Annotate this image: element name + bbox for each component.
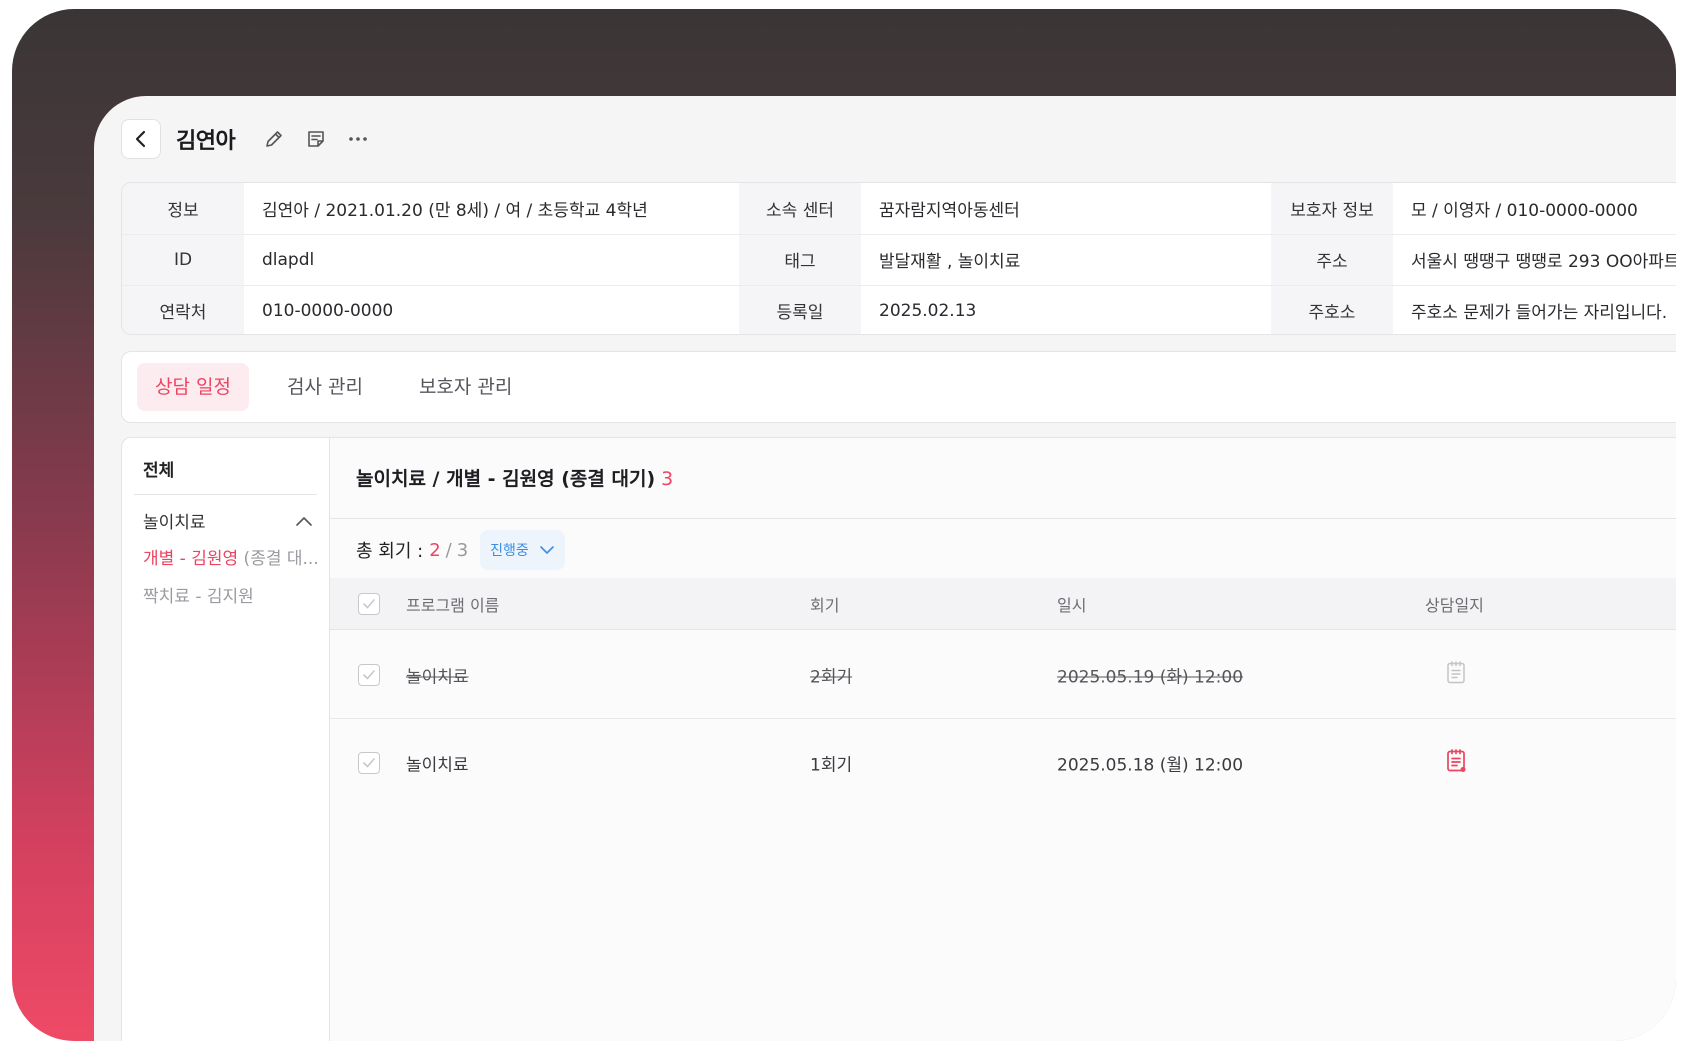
row-program-name: 놀이치료 [406, 667, 469, 687]
sidebar-group-label: 놀이치료 [143, 513, 206, 533]
check-icon [363, 598, 375, 608]
page-header: 김연아 [121, 119, 373, 159]
info-label: ID [122, 234, 244, 286]
info-label: 등록일 [739, 285, 861, 334]
sidebar-item-status: (종결 대... [238, 549, 319, 569]
summary-total: 3 [456, 539, 469, 561]
sidebar-group-play-therapy[interactable]: 놀이치료 [143, 508, 313, 533]
info-value: 꿈자람지역아동센터 [861, 183, 1271, 235]
app-screen: 김연아 정보 김연아 / 2021.01.20 (만 8세) / 여 / 초등학… [94, 96, 1676, 1041]
info-value: 010-0000-0000 [244, 285, 739, 334]
tab-counseling-schedule[interactable]: 상담 일정 [137, 363, 249, 411]
info-label: 주소 [1271, 234, 1393, 286]
summary-label: 총 회기 : [356, 541, 424, 562]
client-info-table: 정보 김연아 / 2021.01.20 (만 8세) / 여 / 초등학교 4학… [121, 182, 1676, 335]
summary-current: 2 [429, 539, 441, 561]
sidebar-item-label: 개별 - 김원영 [143, 549, 239, 569]
status-dropdown[interactable]: 진행중 [480, 530, 565, 570]
table-header: 프로그램 이름 회기 일시 상담일지 [330, 578, 1676, 630]
info-label: 주호소 [1271, 285, 1393, 334]
sidebar-divider [134, 494, 317, 495]
memo-icon[interactable] [301, 124, 331, 154]
sidebar-item-all[interactable]: 전체 [143, 456, 174, 481]
counseling-log-icon[interactable] [1445, 660, 1467, 689]
info-row: ID dlapdl 태그 발달재활 , 놀이치료 주소 서울시 땡땡구 땡땡로 … [122, 234, 1676, 286]
session-panel-title: 놀이치료 / 개별 - 김원영 (종결 대기) 3 [356, 464, 673, 491]
chevron-left-icon [135, 130, 146, 148]
info-value: 김연아 / 2021.01.20 (만 8세) / 여 / 초등학교 4학년 [244, 183, 739, 235]
info-label: 소속 센터 [739, 183, 861, 235]
session-count-badge: 3 [661, 468, 674, 490]
info-row: 연락처 010-0000-0000 등록일 2025.02.13 주호소 주호소… [122, 285, 1676, 334]
info-value: 모 / 이영자 / 010-0000-0000 [1393, 183, 1676, 235]
info-label: 보호자 정보 [1271, 183, 1393, 235]
program-sidebar: 전체 놀이치료 개별 - 김원영 (종결 대... 짝치료 - 김지원 [121, 437, 329, 1041]
row-checkbox[interactable] [358, 663, 380, 686]
column-header-round: 회기 [810, 595, 840, 615]
back-button[interactable] [121, 119, 161, 159]
row-date: 2025.05.19 (화) 12:00 [1057, 667, 1244, 687]
session-title-text: 놀이치료 / 개별 - 김원영 (종결 대기) [356, 468, 656, 490]
select-all-checkbox[interactable] [358, 592, 380, 615]
row-round: 2회기 [810, 667, 853, 687]
row-date: 2025.05.18 (월) 12:00 [1057, 755, 1244, 776]
sidebar-item-pair[interactable]: 짝치료 - 김지원 [143, 582, 325, 607]
info-value: 주호소 문제가 들어가는 자리입니다. [1393, 285, 1676, 334]
info-value: 2025.02.13 [861, 285, 1271, 334]
row-program-name: 놀이치료 [406, 755, 469, 776]
counseling-log-icon[interactable] [1445, 749, 1467, 778]
session-panel: 놀이치료 / 개별 - 김원영 (종결 대기) 3 총 회기 : 2 / 3 진행… [329, 437, 1676, 1041]
tab-guardian-management[interactable]: 보호자 관리 [401, 363, 530, 411]
info-row: 정보 김연아 / 2021.01.20 (만 8세) / 여 / 초등학교 4학… [122, 183, 1676, 235]
row-checkbox[interactable] [358, 752, 380, 774]
chevron-up-icon [296, 516, 312, 526]
device-frame: 김연아 정보 김연아 / 2021.01.20 (만 8세) / 여 / 초등학… [12, 9, 1676, 1041]
summary-separator: / [445, 539, 452, 561]
tab-bar: 상담 일정 검사 관리 보호자 관리 [121, 351, 1676, 423]
column-header-name: 프로그램 이름 [406, 595, 500, 615]
status-dropdown-value: 진행중 [490, 543, 529, 559]
info-value: 발달재활 , 놀이치료 [861, 234, 1271, 286]
tab-test-management[interactable]: 검사 관리 [269, 363, 381, 411]
column-header-date: 일시 [1057, 595, 1087, 615]
table-row: 놀이치료 2회기 2025.05.19 (화) 12:00 [330, 631, 1676, 719]
info-value: 서울시 땡땡구 땡땡로 293 OO아파트 [1393, 234, 1676, 286]
info-label: 태그 [739, 234, 861, 286]
chevron-down-icon [540, 546, 554, 554]
panel-divider [330, 518, 1676, 519]
info-label: 연락처 [122, 285, 244, 334]
edit-pencil-icon[interactable] [259, 124, 289, 154]
row-round: 1회기 [810, 755, 853, 776]
page-title: 김연아 [176, 129, 236, 154]
table-row: 놀이치료 1회기 2025.05.18 (월) 12:00 [330, 719, 1676, 807]
sidebar-item-individual[interactable]: 개별 - 김원영 (종결 대... [143, 544, 325, 569]
column-header-log: 상담일지 [1425, 595, 1484, 615]
info-value: dlapdl [244, 234, 739, 286]
more-icon[interactable] [343, 124, 373, 154]
session-summary: 총 회기 : 2 / 3 진행중 [356, 530, 565, 570]
info-label: 정보 [122, 183, 244, 235]
check-icon [363, 669, 375, 679]
check-icon [363, 758, 375, 768]
